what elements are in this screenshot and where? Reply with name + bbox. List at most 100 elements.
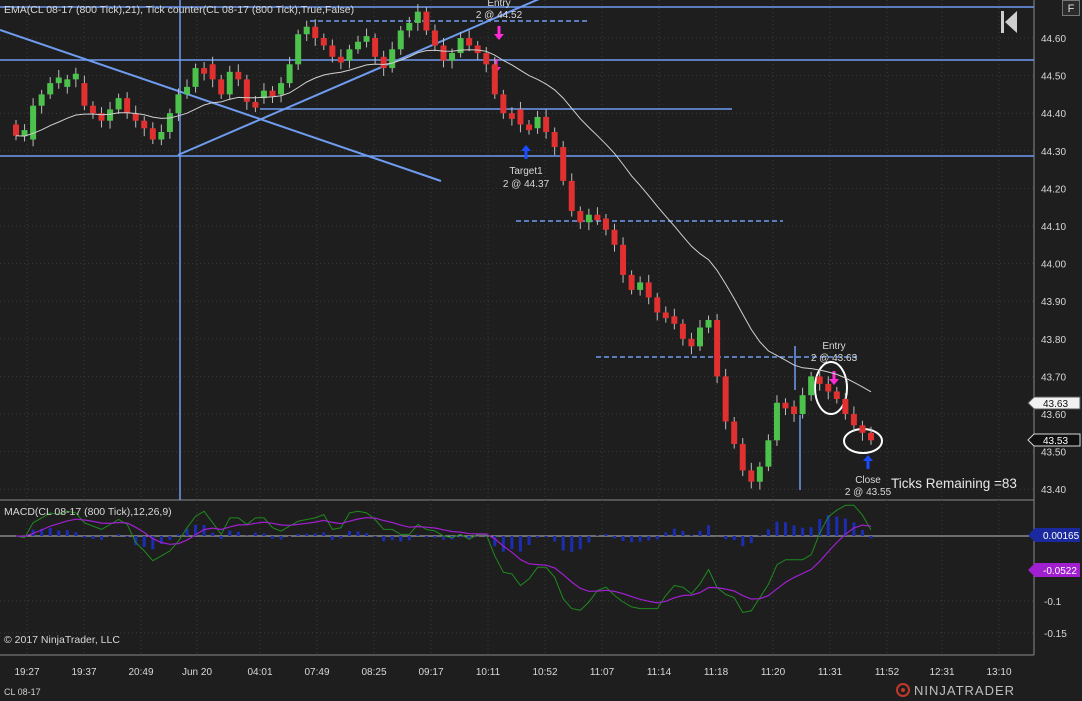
up-candle (637, 282, 644, 290)
down-candle (320, 38, 327, 46)
time-tick-label: 10:52 (532, 667, 557, 678)
time-tick-label: 13:10 (986, 667, 1011, 678)
time-tick-label: 07:49 (304, 667, 329, 678)
up-candle (226, 71, 233, 95)
down-candle (645, 282, 652, 298)
down-candle (748, 470, 755, 482)
copyright-text: © 2017 NinjaTrader, LLC (4, 634, 120, 646)
down-candle (89, 105, 96, 114)
target-detail: 2 @ 44.37 (503, 179, 550, 190)
up-candle (278, 83, 285, 95)
up-candle (158, 132, 165, 140)
time-tick-label: 10:11 (476, 667, 501, 678)
time-tick-label: 19:37 (71, 667, 96, 678)
down-candle (517, 109, 524, 125)
down-candle (235, 71, 242, 80)
down-candle (560, 147, 567, 181)
time-tick-label: Jun 20 (182, 667, 212, 678)
time-tick-label: 11:31 (818, 667, 843, 678)
price-tick-label: 43.70 (1041, 372, 1066, 383)
down-candle (431, 30, 438, 46)
target-label: Target1 (509, 166, 543, 177)
price-tick-label: 44.30 (1041, 147, 1066, 158)
down-candle (671, 316, 678, 324)
down-candle (662, 312, 669, 319)
down-candle (782, 402, 789, 409)
down-candle (679, 323, 686, 339)
time-tick-label: 12:31 (929, 667, 954, 678)
price-tick-label: 43.40 (1041, 485, 1066, 496)
up-candle (47, 83, 54, 95)
down-candle (842, 398, 849, 414)
down-candle (739, 444, 746, 471)
price-marker-43-53: 43.53 (1027, 433, 1081, 447)
down-candle (731, 421, 738, 445)
up-candle (705, 320, 712, 328)
up-candle (363, 36, 370, 42)
down-candle (13, 124, 19, 136)
price-tick-label: 44.00 (1041, 260, 1066, 271)
up-candle (414, 11, 421, 23)
up-candle (192, 68, 199, 87)
signal-value-marker: -0.0522 (1028, 563, 1080, 577)
instrument-tab[interactable]: CL 08-17 (4, 687, 41, 697)
up-candle (115, 98, 122, 110)
down-candle (577, 210, 584, 223)
down-candle (474, 45, 481, 54)
down-candle (833, 391, 840, 399)
time-tick-label: 08:25 (361, 667, 386, 678)
macd-panel (0, 500, 1034, 655)
down-candle (132, 113, 139, 121)
up-candle (184, 86, 190, 95)
down-candle (201, 68, 208, 74)
svg-text:-0.0522: -0.0522 (1043, 566, 1077, 577)
down-candle (243, 79, 250, 102)
chart-canvas: 44.60 44.50 44.40 44.30 44.20 44.10 44.00 43.90… (0, 0, 1081, 698)
up-candle (295, 34, 302, 65)
close-detail: 2 @ 43.55 (845, 487, 892, 498)
time-tick-label: 11:07 (590, 667, 615, 678)
down-candle (868, 432, 874, 441)
ninjatrader-logo: NINJATRADER (896, 683, 1015, 698)
ticks-remaining-label: Ticks Remaining =83 (891, 476, 1017, 491)
svg-text:43.63: 43.63 (1043, 399, 1068, 410)
down-candle (508, 113, 515, 119)
f-button[interactable]: F (1062, 0, 1080, 16)
down-candle (791, 406, 798, 414)
price-tick-label: 44.40 (1041, 109, 1066, 120)
down-candle (149, 128, 156, 140)
down-candle (825, 383, 832, 392)
down-candle (252, 101, 259, 108)
down-candle (722, 376, 729, 422)
down-candle (483, 53, 490, 65)
time-tick-label: 20:49 (128, 667, 153, 678)
down-candle (312, 26, 319, 38)
up-candle (765, 440, 772, 467)
price-tick-label: 44.20 (1041, 184, 1066, 195)
down-candle (602, 218, 609, 230)
time-tick-label: 11:20 (761, 667, 786, 678)
down-candle (816, 376, 823, 384)
price-tick-label: 43.90 (1041, 297, 1066, 308)
svg-text:43.53: 43.53 (1043, 436, 1068, 447)
svg-text:NINJATRADER: NINJATRADER (914, 683, 1015, 698)
up-candle (397, 30, 404, 50)
entry-detail-2: 2 @ 43.63 (811, 353, 858, 364)
entry-label-2: Entry (822, 341, 845, 352)
up-candle (346, 49, 353, 61)
price-marker-43-63: 43.63 (1027, 396, 1081, 410)
macd-panel-title: MACD(CL 08-17 (800 Tick),12,26,9) (4, 506, 172, 518)
down-candle (850, 414, 857, 426)
down-candle (269, 90, 276, 97)
up-candle (303, 26, 310, 35)
down-candle (372, 38, 379, 57)
up-candle (166, 113, 173, 132)
macd-tick-label: -0.1 (1044, 597, 1062, 608)
price-tick-label: 44.10 (1041, 222, 1066, 233)
macd-tick-label: -0.15 (1044, 629, 1067, 640)
up-candle (389, 49, 396, 69)
up-candle (808, 376, 815, 396)
up-candle (773, 402, 780, 441)
down-candle (81, 83, 88, 106)
svg-text:0.00165: 0.00165 (1043, 531, 1080, 542)
